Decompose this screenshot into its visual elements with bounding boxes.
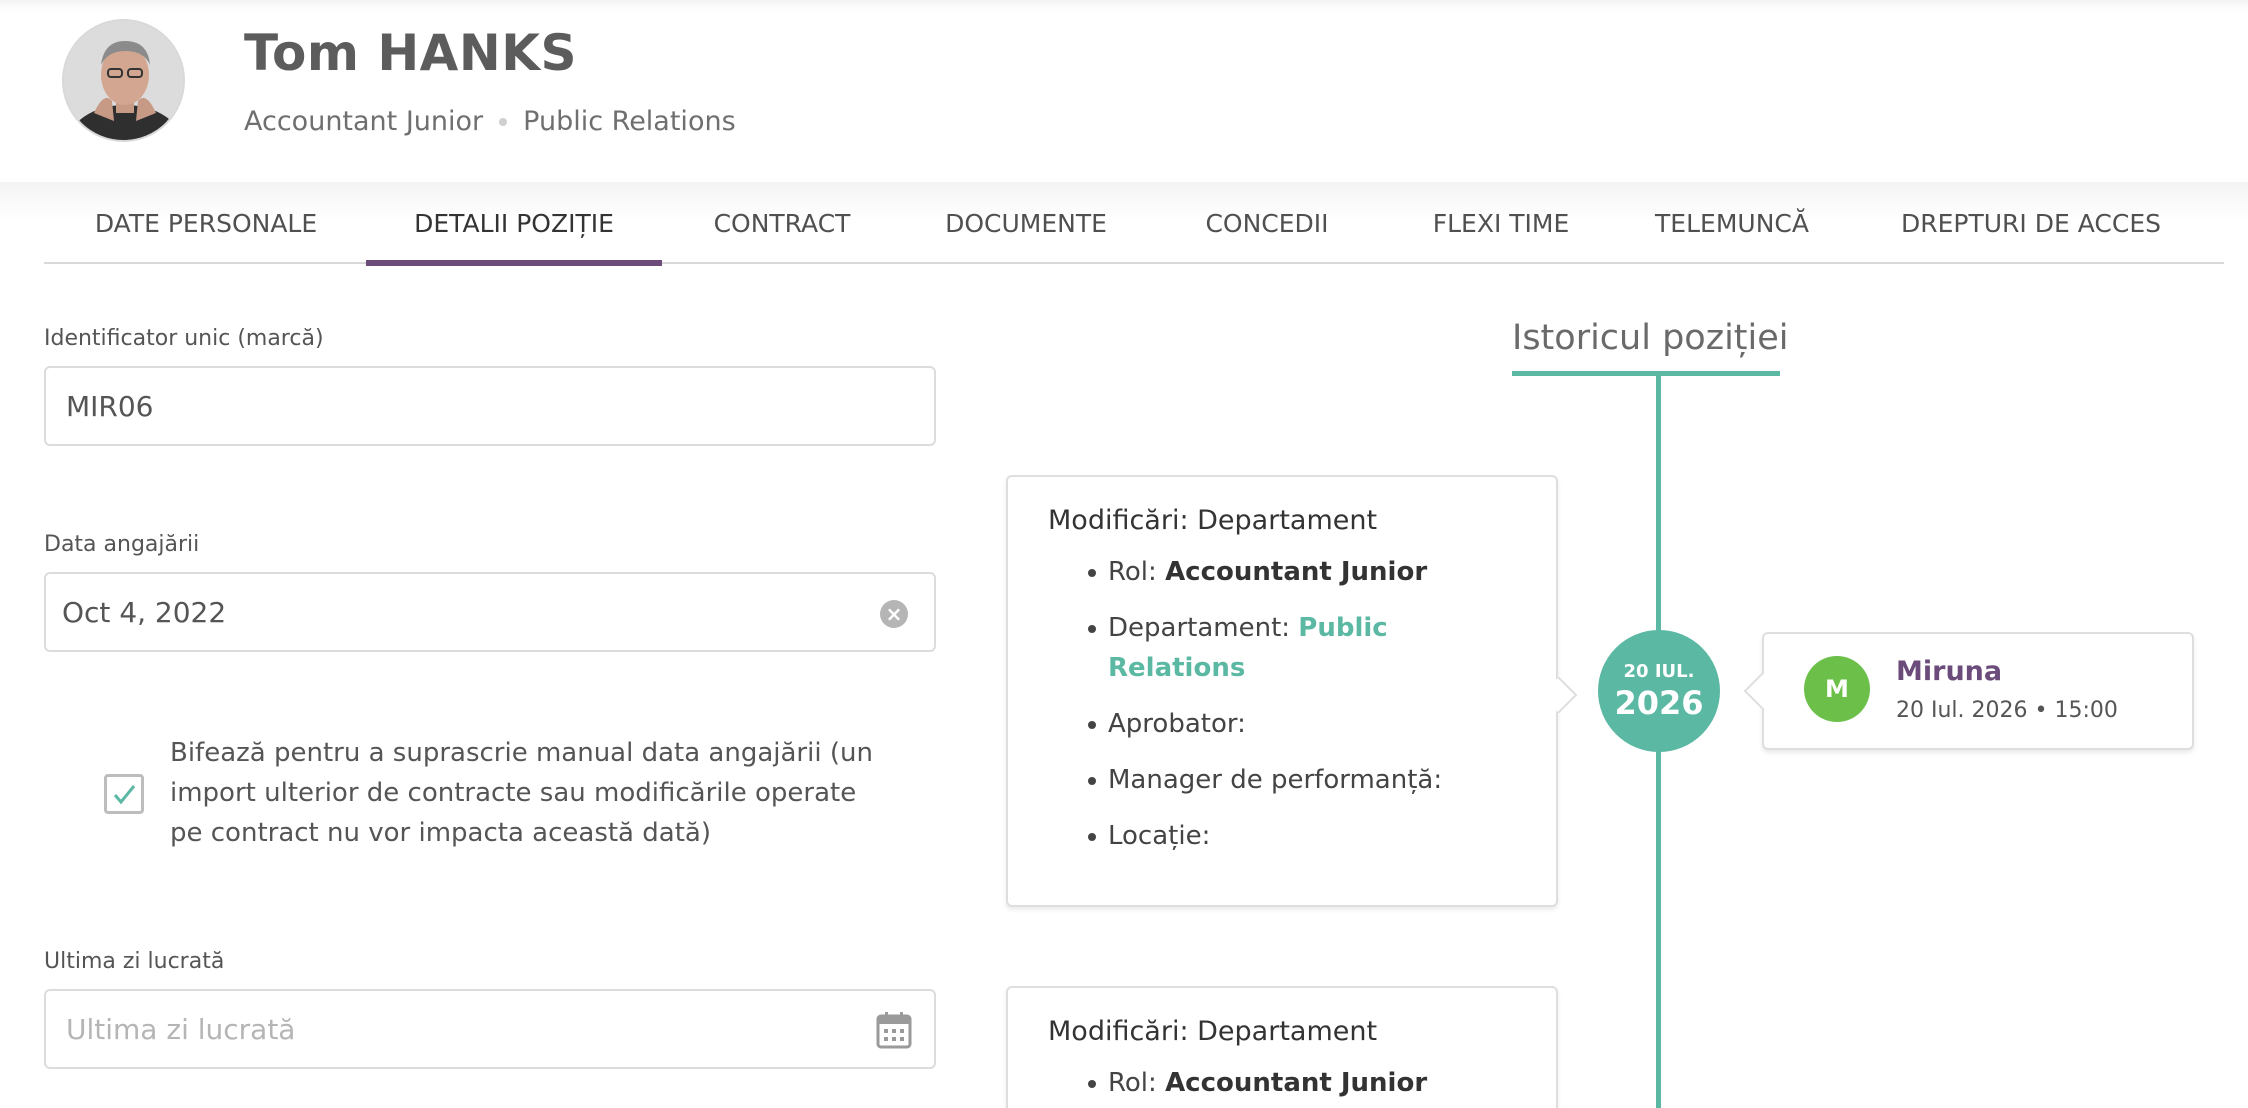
- history-location-item: Locație:: [1048, 816, 1556, 856]
- tab-bar: DATE PERSONALE DETALII POZIȚIE CONTRACT …: [44, 182, 2224, 266]
- dept-label: Departament:: [1108, 613, 1291, 643]
- history-dept-item: Departament: Public Relations: [1048, 608, 1468, 688]
- author-time: 20 Iul. 2026 • 15:00: [1896, 698, 2118, 723]
- profile-header: Tom HANKS Accountant Junior Public Relat…: [0, 0, 2248, 182]
- date-day: 20 IUL.: [1623, 661, 1695, 682]
- tab-documente[interactable]: DOCUMENTE: [940, 182, 1112, 264]
- id-field[interactable]: MIR06: [44, 366, 936, 446]
- tab-flexi-time[interactable]: FLEXI TIME: [1422, 182, 1580, 264]
- hire-date-field[interactable]: Oct 4, 2022 ×: [44, 572, 936, 652]
- profile-avatar[interactable]: [62, 19, 185, 142]
- history-approver-item: Aprobator:: [1048, 704, 1556, 744]
- tab-date-personale[interactable]: DATE PERSONALE: [92, 182, 320, 264]
- author-avatar: M: [1804, 656, 1870, 722]
- history-card-title: Modificări: Departament: [1048, 505, 1378, 536]
- calendar-icon[interactable]: [876, 1011, 912, 1049]
- history-role-item: Rol: Accountant Junior: [1048, 552, 1556, 592]
- tab-concedii[interactable]: CONCEDII: [1202, 182, 1332, 264]
- employee-name: Tom HANKS: [244, 24, 577, 82]
- last-day-label: Ultima zi lucrată: [44, 949, 225, 974]
- role-value: Accountant Junior: [1165, 1068, 1428, 1098]
- separator-dot: [499, 117, 508, 126]
- override-hire-date-text: Bifează pentru a suprascrie manual data …: [170, 738, 873, 848]
- role-label: Rol:: [1108, 557, 1157, 587]
- tab-telemunca[interactable]: TELEMUNCĂ: [1650, 182, 1814, 264]
- history-manager-item: Manager de performanță:: [1048, 760, 1556, 800]
- history-title: Istoricul poziției: [1512, 318, 1789, 358]
- history-change-list: Rol: Accountant Junior: [1048, 1063, 1556, 1103]
- last-day-input[interactable]: [66, 1012, 761, 1046]
- history-card-title: Modificări: Departament: [1048, 1016, 1378, 1047]
- timeline-date-marker: 20 IUL. 2026: [1598, 630, 1720, 752]
- last-day-field[interactable]: [44, 989, 936, 1069]
- override-hire-date-checkbox[interactable]: [104, 774, 144, 814]
- hire-date-label: Data angajării: [44, 532, 200, 557]
- checkmark-icon: [113, 785, 136, 805]
- tab-drepturi-de-acces[interactable]: DREPTURI DE ACCES: [1900, 182, 2162, 264]
- author-name[interactable]: Miruna: [1896, 656, 2002, 687]
- id-value: MIR06: [66, 389, 154, 423]
- id-label: Identificator unic (marcă): [44, 326, 324, 351]
- employee-subtitle: Accountant Junior Public Relations: [244, 106, 736, 137]
- author-card-pointer: [1743, 672, 1781, 710]
- author-card: M Miruna 20 Iul. 2026 • 15:00: [1743, 632, 2194, 750]
- tab-contract[interactable]: CONTRACT: [710, 182, 854, 264]
- history-card: Modificări: Departament Rol: Accountant …: [1006, 986, 1558, 1108]
- role-label: Rol:: [1108, 1068, 1157, 1098]
- history-change-list: Rol: Accountant Junior Departament: Publ…: [1048, 552, 1556, 856]
- tab-detalii-pozitie[interactable]: DETALII POZIȚIE: [366, 182, 662, 266]
- history-card: Modificări: Departament Rol: Accountant …: [1006, 475, 1578, 907]
- clear-icon[interactable]: ×: [880, 600, 908, 628]
- history-title-underline: [1512, 371, 1780, 376]
- hire-date-value: Oct 4, 2022: [62, 595, 227, 629]
- employee-department: Public Relations: [523, 106, 736, 137]
- history-role-item: Rol: Accountant Junior: [1048, 1063, 1556, 1103]
- date-year: 2026: [1614, 684, 1704, 722]
- employee-role: Accountant Junior: [244, 106, 484, 137]
- role-value: Accountant Junior: [1165, 557, 1428, 587]
